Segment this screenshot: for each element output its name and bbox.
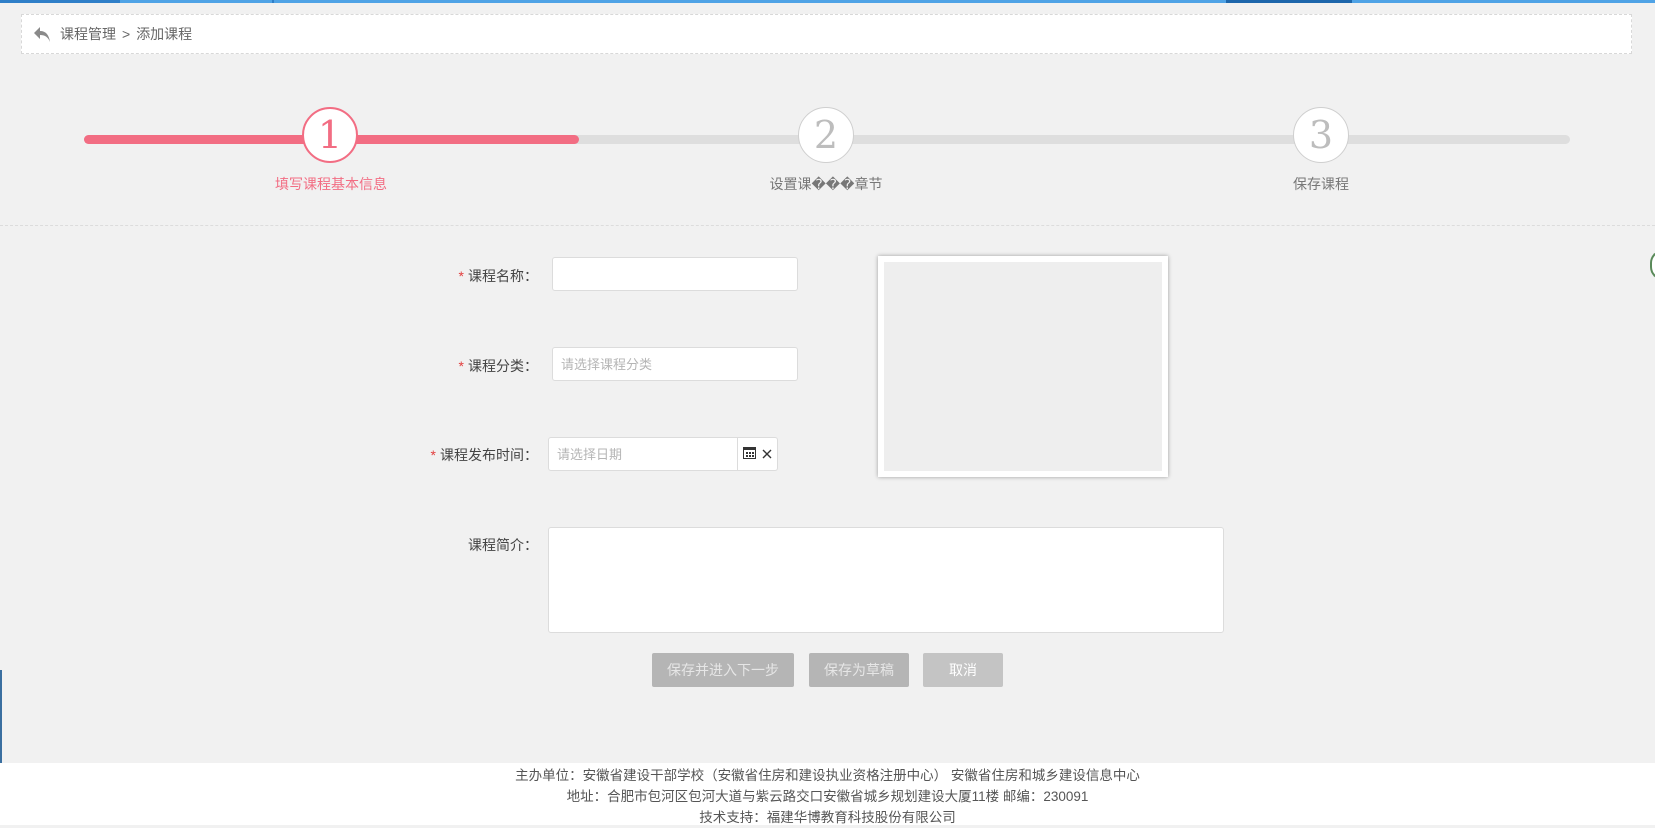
required-mark: *	[458, 358, 464, 374]
side-float-widget[interactable]	[1650, 250, 1655, 280]
step-2-circle: 2	[798, 107, 854, 163]
publish-date-input[interactable]	[548, 437, 738, 471]
section-divider	[0, 225, 1655, 226]
clear-date-icon[interactable]	[762, 446, 772, 462]
course-category-label: * 课程分类：	[458, 358, 538, 374]
step-progress: 1 填写课程基本信息 2 设置课���章节 3 保存课程	[0, 100, 1655, 210]
top-accent-bar	[0, 0, 1655, 3]
save-and-next-button[interactable]: 保存并进入下一步	[652, 653, 794, 687]
required-mark: *	[458, 268, 464, 284]
date-picker-addon	[738, 437, 778, 471]
course-intro-label: 课程简介：	[468, 537, 538, 553]
back-arrow-icon[interactable]	[32, 24, 52, 44]
publish-date-label: * 课程发布时间：	[430, 447, 538, 463]
step-3-circle: 3	[1293, 107, 1349, 163]
course-name-label: * 课程名称：	[458, 268, 538, 284]
breadcrumb-current: 添加课程	[136, 26, 193, 42]
page-footer: 主办单位：安徽省建设干部学校（安徽省住房和建设执业资格注册中心） 安徽省住房和城…	[0, 763, 1655, 825]
breadcrumb-separator: >	[122, 26, 131, 42]
calendar-icon[interactable]	[743, 446, 756, 462]
footer-address: 地址：合肥市包河区包河大道与紫云路交口安徽省城乡规划建设大厦11楼 邮编：230…	[566, 789, 1089, 804]
breadcrumb: 课程管理 > 添加课程	[21, 14, 1632, 54]
step-1-circle: 1	[302, 107, 358, 163]
step-1-label: 填写课程基本信息	[275, 176, 387, 192]
breadcrumb-parent-link[interactable]: 课程管理	[60, 24, 116, 44]
course-category-select[interactable]	[552, 347, 798, 381]
required-mark: *	[430, 447, 436, 463]
save-draft-button[interactable]: 保存为草稿	[809, 653, 909, 687]
cancel-button[interactable]: 取消	[923, 653, 1003, 687]
course-name-input[interactable]	[552, 257, 798, 291]
step-2-label: 设置课���章节	[769, 176, 883, 192]
step-3-label: 保存课程	[1293, 176, 1349, 192]
cover-image-placeholder	[884, 262, 1162, 471]
footer-organizer: 主办单位：安徽省建设干部学校（安徽省住房和建设执业资格注册中心） 安徽省住房和城…	[515, 768, 1140, 783]
course-cover-image-upload[interactable]	[878, 256, 1168, 477]
course-intro-textarea[interactable]	[548, 527, 1224, 633]
